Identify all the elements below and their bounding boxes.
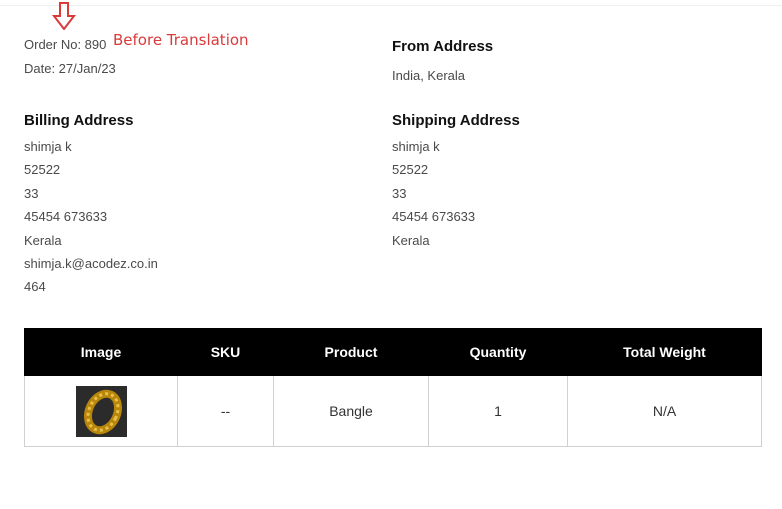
column-header-image: Image bbox=[24, 328, 178, 376]
billing-address-line: 45454 673633 bbox=[24, 209, 108, 225]
top-divider bbox=[0, 5, 782, 6]
cell-quantity: 1 bbox=[428, 375, 568, 447]
order-items-table: Image SKU Product Quantity Total Weight … bbox=[24, 328, 762, 447]
billing-email: shimja.k@acodez.co.in bbox=[24, 255, 158, 271]
cell-sku: -- bbox=[177, 375, 274, 447]
column-header-product: Product bbox=[273, 328, 429, 376]
billing-address-line: shimja k bbox=[24, 139, 72, 154]
from-address-value: India, Kerala bbox=[392, 68, 465, 83]
billing-address-heading: Billing Address bbox=[24, 112, 134, 129]
order-date: Date: 27/Jan/23 bbox=[24, 61, 116, 76]
shipping-address-line: shimja k bbox=[392, 139, 440, 154]
gold-ring-product-image bbox=[75, 385, 127, 437]
table-row: -- Bangle 1 N/A bbox=[24, 375, 762, 447]
cell-product: Bangle bbox=[273, 375, 429, 447]
shipping-address-line: Kerala bbox=[392, 232, 430, 248]
down-arrow-icon bbox=[52, 2, 76, 30]
billing-address-line: 33 bbox=[24, 185, 39, 201]
column-header-quantity: Quantity bbox=[428, 328, 568, 376]
cell-image bbox=[24, 375, 178, 447]
shipping-address-heading: Shipping Address bbox=[392, 112, 520, 129]
shipping-address-line: 45454 673633 bbox=[392, 209, 476, 225]
shipping-address-line: 33 bbox=[392, 185, 407, 201]
table-header-row: Image SKU Product Quantity Total Weight bbox=[24, 328, 762, 376]
order-number: Order No: 890 bbox=[24, 37, 107, 52]
billing-address-block: shimja k 52522 33 45454 673633 Kerala sh… bbox=[24, 138, 158, 302]
shipping-address-line: 52522 bbox=[392, 162, 429, 178]
billing-address-line: 464 bbox=[24, 279, 46, 295]
shipping-address-block: shimja k 52522 33 45454 673633 Kerala bbox=[392, 138, 475, 255]
cell-total-weight: N/A bbox=[567, 375, 762, 447]
billing-address-line: 52522 bbox=[24, 162, 61, 178]
annotation-label: Before Translation bbox=[113, 31, 249, 49]
column-header-sku: SKU bbox=[177, 328, 274, 376]
from-address-heading: From Address bbox=[392, 38, 494, 55]
billing-address-line: Kerala bbox=[24, 232, 62, 248]
column-header-total-weight: Total Weight bbox=[567, 328, 762, 376]
